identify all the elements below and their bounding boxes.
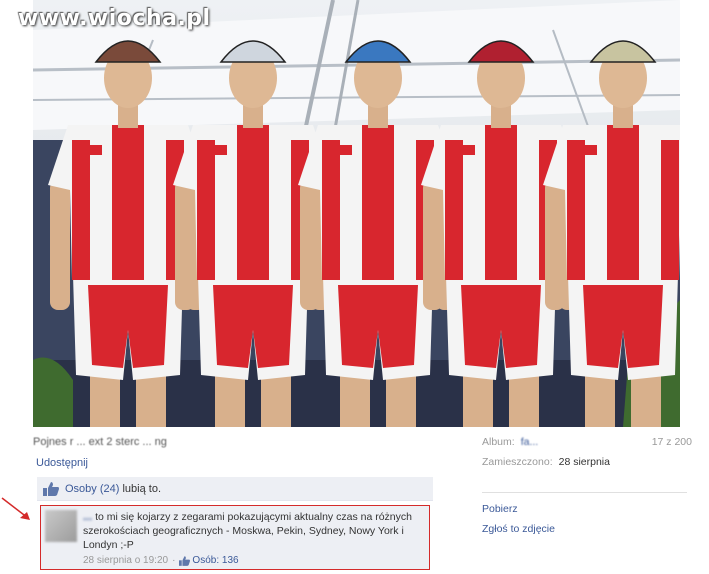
added-label: Zamieszczono: [482, 456, 553, 468]
watermark-logo: www.wiocha.pl [18, 6, 211, 31]
comment-body: ... to mi się kojarzy z zegarami pokazuj… [83, 510, 413, 552]
avatar[interactable] [45, 510, 77, 542]
comment-text: to mi się kojarzy z zegarami pokazującym… [83, 511, 412, 551]
album-row: Album: fa... 17 z 200 [482, 436, 692, 456]
report-photo-link[interactable]: Zgłoś to zdjęcie [482, 523, 692, 535]
download-link[interactable]: Pobierz [482, 503, 692, 515]
album-count: 17 z 200 [651, 436, 692, 448]
likes-suffix: lubią to. [119, 482, 162, 495]
thumbs-up-icon [179, 555, 191, 566]
thumbs-up-icon [43, 481, 59, 496]
photo-info-panel: Album: fa... 17 z 200 Zamieszczono: 28 sie… [482, 436, 692, 566]
comment-date[interactable]: 28 sierpnia o 19:20 [83, 555, 168, 566]
likes-link[interactable]: Osoby (24) [65, 483, 119, 495]
separator-dot: · [172, 555, 176, 566]
comment-author[interactable]: ... [83, 511, 92, 523]
comment: ... to mi się kojarzy z zegarami pokazuj… [40, 505, 430, 570]
added-row: Zamieszczono: 28 sierpnia [482, 456, 692, 476]
added-date: 28 sierpnia [558, 456, 610, 468]
divider [482, 492, 687, 493]
red-arrow-icon [1, 497, 30, 520]
share-link[interactable]: Udostępnij [36, 457, 88, 469]
album-link[interactable]: fa... [521, 436, 539, 448]
likes-bar: Osoby (24) lubią to. [37, 477, 433, 501]
post-footer: Pojnes r ... ext 2 sterc ... ng Udostępn… [33, 430, 433, 574]
comment-likes-link[interactable]: Osób: 136 [192, 555, 238, 566]
post-photo[interactable] [33, 0, 680, 427]
album-label: Album: [482, 436, 515, 448]
comment-meta: 28 sierpnia o 19:20 · Osób: 136 [83, 555, 239, 566]
post-meta-line: Pojnes r ... ext 2 sterc ... ng [33, 436, 167, 448]
